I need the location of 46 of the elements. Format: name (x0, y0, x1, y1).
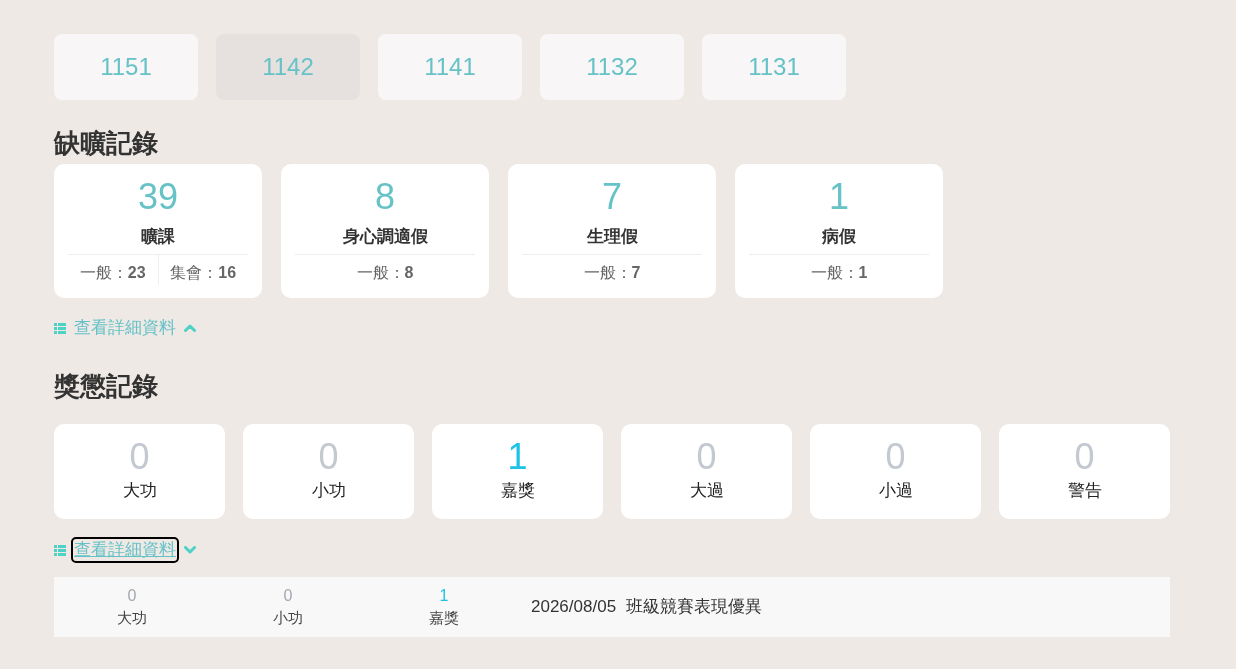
stat-number: 1 (507, 437, 528, 477)
stat-number: 0 (129, 437, 150, 477)
record-date: 2026/08/05 (531, 596, 617, 618)
details-link[interactable]: 查看詳細資料 (73, 317, 177, 339)
stat-label: 大功 (122, 480, 157, 502)
stat-label: 嘉獎 (500, 480, 535, 502)
stat-number: 7 (602, 177, 622, 217)
stat-label: 警告 (1067, 480, 1102, 502)
stat-label: 身心調適假 (342, 226, 428, 248)
semester-tab[interactable]: 1151 (54, 34, 198, 100)
stat-number: 39 (137, 177, 178, 217)
stat-number: 1 (829, 177, 849, 217)
count-label: 小功 (273, 608, 303, 628)
details-link[interactable]: 查看詳細資料 (73, 539, 177, 561)
breakdown-text: 一般：1 (810, 263, 868, 283)
stat-label: 曠課 (141, 226, 175, 248)
semester-tab[interactable]: 1142 (216, 34, 360, 100)
breakdown-text: 一般：8 (356, 263, 414, 283)
stat-label: 小功 (311, 480, 346, 502)
chevron-down-icon[interactable] (184, 546, 196, 554)
semester-tab[interactable]: 1132 (540, 34, 684, 100)
section-title: 缺曠記錄 (54, 127, 158, 159)
stat-label: 小過 (878, 480, 913, 502)
record-description: 班級競賽表現優異 (626, 596, 763, 618)
stat-number: 8 (375, 177, 395, 217)
list-icon (54, 322, 66, 334)
count-label: 大功 (117, 608, 147, 628)
stat-number: 0 (885, 437, 906, 477)
semester-tab[interactable]: 1141 (378, 34, 522, 100)
section-title: 獎懲記錄 (54, 370, 158, 402)
breakdown-text: 一般：23 (79, 263, 146, 283)
count-value: 1 (439, 586, 449, 606)
count-value: 0 (127, 586, 137, 606)
list-icon (54, 544, 66, 556)
stat-number: 0 (696, 437, 717, 477)
stat-number: 0 (318, 437, 339, 477)
semester-tab[interactable]: 1131 (702, 34, 846, 100)
stat-label: 生理假 (586, 226, 638, 248)
count-value: 0 (283, 586, 293, 606)
stat-label: 大過 (689, 480, 724, 502)
stat-number: 0 (1074, 437, 1095, 477)
count-label: 嘉獎 (429, 608, 459, 628)
chevron-up-icon[interactable] (184, 324, 196, 332)
breakdown-text: 一般：7 (583, 263, 641, 283)
breakdown-text: 集會：16 (170, 263, 237, 283)
stat-label: 病假 (822, 226, 856, 248)
